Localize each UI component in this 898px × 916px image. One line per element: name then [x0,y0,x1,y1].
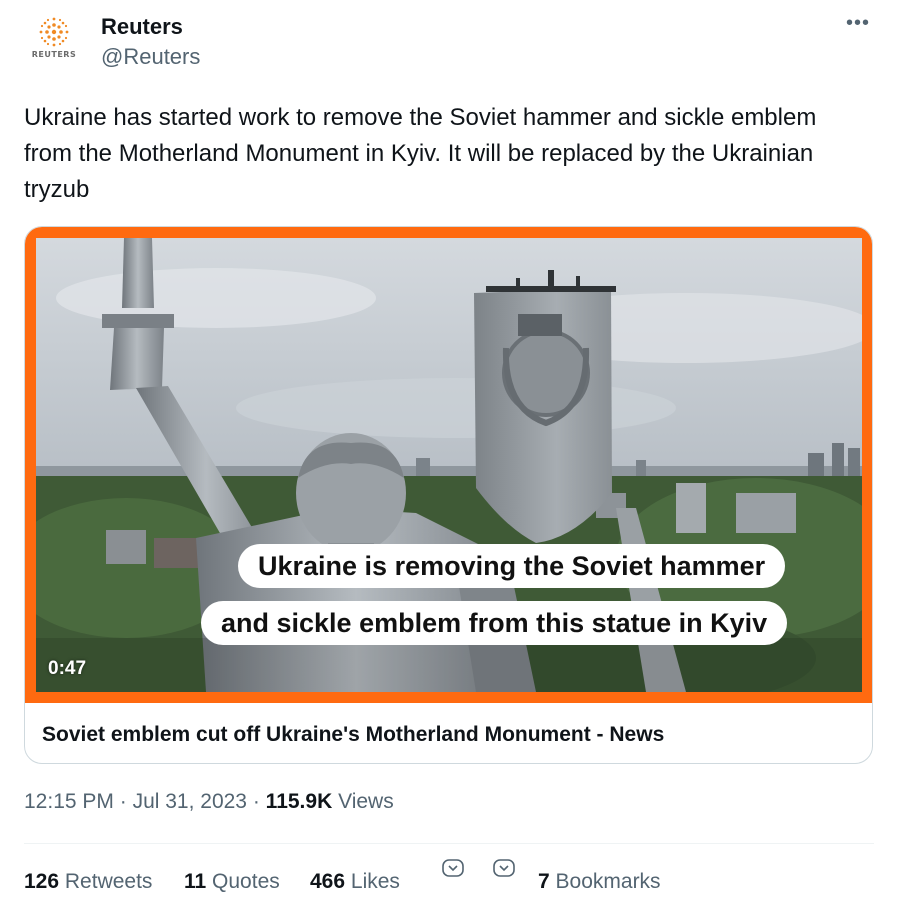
retweets-label: Retweets [64,870,153,893]
account-name[interactable]: Reuters [101,14,183,40]
media-card[interactable]: Ukraine is removing the Soviet hammer an… [24,226,873,764]
quotes-stat[interactable]: 11 Quotes [184,870,280,894]
likes-stat[interactable]: 466 Likes [310,870,400,894]
chevron-down-icon[interactable] [492,856,516,880]
likes-label: Likes [350,870,400,893]
video-caption-line-1: Ukraine is removing the Soviet hammer [238,544,786,588]
tweet-text: Ukraine has started work to remove the S… [24,104,817,203]
avatar-brand-label: REUTERS [31,50,77,59]
bookmarks-label: Bookmarks [555,870,661,893]
bookmarks-stat[interactable]: 7 Bookmarks [538,870,661,894]
likes-count: 466 [310,870,346,893]
bookmarks-count: 7 [538,870,550,893]
meta-separator: · [252,790,266,813]
avatar[interactable]: REUTERS [24,14,84,74]
retweets-stat[interactable]: 126 Retweets [24,870,152,894]
meta-separator: · [119,790,133,813]
retweets-count: 126 [24,870,60,893]
tweet-header: REUTERS Reuters @Reuters ••• [0,0,898,90]
quotes-count: 11 [184,870,207,893]
video-duration: 0:47 [48,658,87,679]
tweet-metadata: 12:15 PM · Jul 31, 2023 · 115.9K Views [24,790,394,814]
tweet-time[interactable]: 12:15 PM [24,790,114,813]
views-label: Views [338,790,394,813]
quotes-label: Quotes [212,870,280,893]
reuters-logo-icon [39,17,69,47]
video-caption-line-2: and sickle emblem from this statue in Ky… [201,601,788,645]
tweet-date[interactable]: Jul 31, 2023 [133,790,247,813]
divider [24,843,874,844]
video-player[interactable]: Ukraine is removing the Soviet hammer an… [25,227,872,703]
chevron-down-icon[interactable] [441,856,465,880]
account-handle[interactable]: @Reuters [101,44,200,70]
views-count: 115.9K [265,790,333,813]
video-thumbnail: Ukraine is removing the Soviet hammer an… [36,238,862,692]
card-title[interactable]: Soviet emblem cut off Ukraine's Motherla… [42,723,664,747]
more-options-icon[interactable]: ••• [838,12,878,42]
